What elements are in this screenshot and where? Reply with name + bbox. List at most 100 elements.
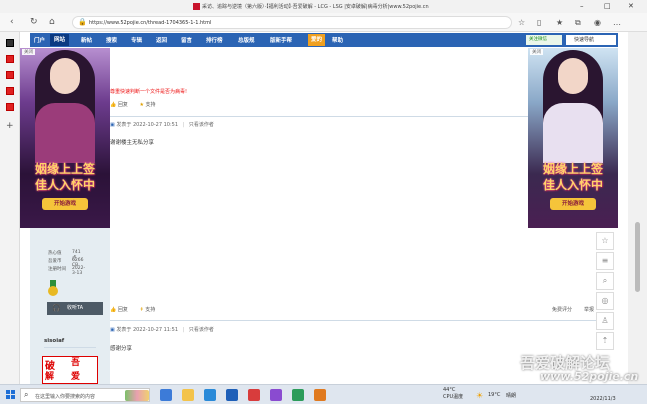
home-icon[interactable]: ⌂ bbox=[49, 17, 55, 27]
wechat-follow-button[interactable]: 关注微信 bbox=[526, 35, 562, 45]
ad-character-face bbox=[50, 58, 80, 94]
ad-close-label[interactable]: 关闭 bbox=[530, 49, 543, 55]
thumbs-up-icon[interactable]: 👍 bbox=[110, 102, 116, 108]
support-link[interactable]: 支持 bbox=[146, 102, 156, 108]
support-link[interactable]: 支持 bbox=[145, 307, 155, 313]
windows-taskbar: ⌕ 在这里输入你要搜索的内容 44°C CPU温度 ☀ 19°C 晴朗 2022… bbox=[0, 384, 647, 404]
medal-icon[interactable] bbox=[48, 280, 58, 296]
search-icon[interactable]: ⌕ bbox=[596, 272, 614, 290]
profile-icon[interactable]: ◉ bbox=[594, 18, 601, 27]
tab-title[interactable]: 采访、追踪与逆境（第六版）·【福利活动】·吾爱破解 - LCG - LSG |安… bbox=[202, 3, 429, 10]
stat-coins: 吾爱币 6266 CB bbox=[48, 258, 84, 268]
nav-item-new[interactable]: 新帖 bbox=[81, 36, 92, 44]
ad-close-label[interactable]: 关闭 bbox=[22, 49, 35, 55]
left-ad-banner[interactable]: 关闭 姻缘上上签 佳人入怀中 开始游戏 bbox=[20, 48, 110, 228]
weather-icon[interactable]: ☀ bbox=[476, 391, 483, 400]
nav-item-search[interactable]: 搜索 bbox=[106, 36, 117, 44]
web-page: 门户 网站 新帖 搜索 专辑 返回 留言 排行榜 总版规 版新手帮 爱的 帮助 … bbox=[20, 32, 628, 384]
taskbar-search-box[interactable]: ⌕ 在这里输入你要搜索的内容 bbox=[20, 388, 150, 402]
url-bar[interactable]: 🔒 https://www.52pojie.cn/thread-1704365-… bbox=[72, 16, 512, 29]
favorites-icon[interactable]: ★ bbox=[556, 18, 563, 27]
author-only-link[interactable]: 只看该作者 bbox=[189, 122, 214, 128]
windows-start-icon[interactable] bbox=[6, 390, 16, 400]
star-icon[interactable]: ★ bbox=[139, 102, 143, 108]
scrollbar-thumb[interactable] bbox=[635, 222, 640, 292]
maximize-icon[interactable]: □ bbox=[604, 2, 611, 10]
outside-temp[interactable]: 19°C bbox=[488, 392, 500, 398]
address-toolbar: ‹ ↻ ⌂ 🔒 https://www.52pojie.cn/thread-17… bbox=[0, 13, 647, 32]
quick-nav-dropdown[interactable]: 快速导航 bbox=[566, 35, 616, 45]
app-icon[interactable] bbox=[314, 389, 326, 401]
floating-toolbar: ☆ ≡ ⌕ ◎ ♙ ⇡ bbox=[596, 232, 616, 352]
app-icon[interactable] bbox=[248, 389, 260, 401]
app-icon[interactable] bbox=[270, 389, 282, 401]
back-icon[interactable]: ‹ bbox=[10, 17, 14, 27]
ad-play-button[interactable]: 开始游戏 bbox=[550, 198, 596, 210]
nav-item-album[interactable]: 专辑 bbox=[131, 36, 142, 44]
url-text[interactable]: https://www.52pojie.cn/thread-1704365-1-… bbox=[89, 20, 211, 26]
file-explorer-icon[interactable] bbox=[182, 389, 194, 401]
minimize-icon[interactable]: – bbox=[580, 2, 584, 10]
nav-item-newbie[interactable]: 版新手帮 bbox=[270, 36, 292, 44]
more-icon[interactable]: … bbox=[613, 18, 621, 27]
refresh-icon[interactable]: ↻ bbox=[30, 17, 38, 27]
support-arrow-icon[interactable]: ↟ bbox=[139, 307, 143, 313]
lock-icon[interactable]: 🔒 bbox=[78, 18, 87, 26]
post-icon: ▣ bbox=[110, 327, 115, 333]
new-tab-icon[interactable]: + bbox=[6, 121, 14, 131]
list-icon[interactable]: ≡ bbox=[596, 252, 614, 270]
ad-play-button[interactable]: 开始游戏 bbox=[42, 198, 88, 210]
nav-item-back[interactable]: 返回 bbox=[156, 36, 167, 44]
post3-meta: ▣ 发表于 2022-10-27 11:51 | 只看该作者 bbox=[110, 327, 214, 333]
vertical-tab-current[interactable] bbox=[6, 39, 14, 47]
cpu-temp[interactable]: 44°C CPU温度 bbox=[443, 387, 463, 400]
right-ad-banner[interactable]: 关闭 姻缘上上签 佳人入怀中 开始游戏 bbox=[528, 48, 618, 228]
top-icon[interactable]: ⇡ bbox=[596, 332, 614, 350]
wechat-icon[interactable]: ◎ bbox=[596, 292, 614, 310]
app-icon[interactable] bbox=[292, 389, 304, 401]
ad-slogan-line2: 佳人入怀中 bbox=[34, 178, 95, 192]
post2-meta: ▣ 发表于 2022-10-27 10:51 | 只看该作者 bbox=[110, 122, 214, 128]
weather-desc[interactable]: 晴朗 bbox=[506, 392, 516, 399]
nav-item-help[interactable]: 帮助 bbox=[332, 36, 343, 44]
edge-browser-icon[interactable] bbox=[204, 389, 216, 401]
vertical-tab[interactable] bbox=[6, 103, 14, 111]
profile-icon[interactable]: ♙ bbox=[596, 312, 614, 330]
site-nav-bar: 门户 网站 新帖 搜索 专辑 返回 留言 排行榜 总版规 版新手帮 爱的 帮助 … bbox=[30, 33, 618, 47]
taskbar-date[interactable]: 2022/11/3 bbox=[590, 396, 616, 402]
reply-link[interactable]: 回复 bbox=[118, 307, 128, 313]
nav-item-portal[interactable]: 门户 bbox=[34, 36, 45, 44]
reply-link[interactable]: 回复 bbox=[118, 102, 128, 108]
author-only-link[interactable]: 只看该作者 bbox=[189, 327, 214, 333]
star-icon[interactable]: ☆ bbox=[596, 232, 614, 250]
window-titlebar: 采访、追踪与逆境（第六版）·【福利活动】·吾爱破解 - LCG - LSG |安… bbox=[0, 0, 647, 13]
post3-username[interactable]: sisoiaf bbox=[44, 338, 64, 344]
thumbs-up-icon[interactable]: 👍 bbox=[110, 307, 116, 313]
collections-icon[interactable]: ⧉ bbox=[575, 18, 581, 28]
post2-actions: 👍 回复 ↟ 支持 免费评分 举报 bbox=[110, 306, 608, 313]
page-scrollbar[interactable] bbox=[628, 32, 647, 384]
app-icon[interactable] bbox=[226, 389, 238, 401]
vertical-tab[interactable] bbox=[6, 71, 14, 79]
ad-slogan-line1: 姻缘上上签 bbox=[542, 162, 603, 176]
post2-body: 谢谢楼主无私分享 bbox=[110, 140, 155, 146]
nav-item-forum[interactable]: 网站 bbox=[50, 34, 70, 46]
nav-item-ranking[interactable]: 排行榜 bbox=[206, 36, 223, 44]
nav-item-message[interactable]: 留言 bbox=[181, 36, 192, 44]
nav-item-rules[interactable]: 总版规 bbox=[238, 36, 255, 44]
free-rate-link[interactable]: 免费评分 bbox=[552, 306, 572, 313]
post1-actions: 👍 回复 ★ 支持 bbox=[110, 101, 156, 108]
vertical-tab[interactable] bbox=[6, 55, 14, 63]
ad-character-body bbox=[543, 103, 603, 163]
search-placeholder: 在这里输入你要搜索的内容 bbox=[35, 394, 96, 400]
task-view-icon[interactable] bbox=[160, 389, 172, 401]
report-link[interactable]: 举报 bbox=[584, 306, 594, 313]
vertical-tab[interactable] bbox=[6, 87, 14, 95]
split-screen-icon[interactable]: ▯ bbox=[537, 18, 541, 27]
follow-ta-button[interactable]: 🎧 收听TA bbox=[47, 302, 103, 315]
red-highlight-text[interactable]: 尊重快速判断一个文件是否为病毒! bbox=[110, 88, 187, 95]
user-avatar[interactable]: 破 吾 解 爱 bbox=[42, 356, 98, 384]
close-icon[interactable]: ✕ bbox=[628, 2, 634, 10]
nav-item-love[interactable]: 爱的 bbox=[308, 34, 326, 46]
favorite-add-icon[interactable]: ☆ bbox=[518, 18, 525, 27]
